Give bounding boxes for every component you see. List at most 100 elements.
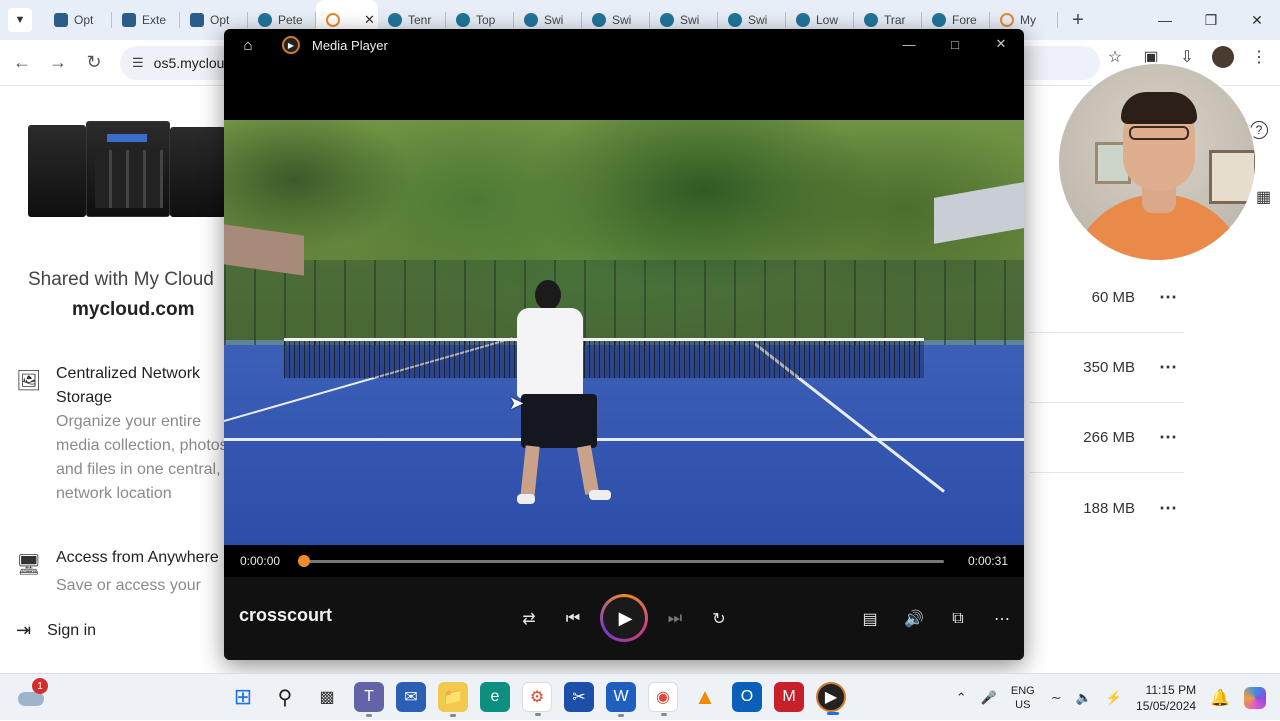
microphone-icon[interactable]: 🎤 bbox=[981, 690, 997, 706]
captions-icon[interactable]: ▤ bbox=[856, 605, 884, 633]
seek-bar-area: 0:00:00 0:00:31 bbox=[224, 545, 1024, 577]
search-icon[interactable]: ⚲ bbox=[270, 682, 300, 712]
previous-icon[interactable]: ⏮ bbox=[559, 605, 587, 633]
tab-label: Trar bbox=[884, 13, 906, 27]
task-view-icon[interactable]: ▩ bbox=[312, 682, 342, 712]
wp-favicon-icon bbox=[592, 13, 606, 27]
play-button[interactable]: ▶ bbox=[600, 594, 648, 642]
more-options-icon[interactable]: ⋯ bbox=[1159, 357, 1178, 378]
vlc-icon[interactable]: ▲ bbox=[690, 682, 720, 712]
clock[interactable]: 11:15 PM 15/05/2024 bbox=[1136, 682, 1196, 714]
lang-region: US bbox=[1015, 698, 1031, 711]
home-icon[interactable]: ⌂ bbox=[238, 35, 258, 55]
total-time: 0:00:31 bbox=[967, 554, 1008, 568]
tab-close-icon[interactable]: ✕ bbox=[364, 12, 375, 28]
sign-in-link[interactable]: ⇥ Sign in bbox=[16, 620, 96, 641]
tab-label: Tenr bbox=[408, 13, 432, 27]
back-button[interactable]: ← bbox=[4, 45, 40, 81]
address-text: os5.myclou bbox=[153, 54, 225, 71]
shared-title: Shared with My Cloud bbox=[28, 269, 214, 290]
mail-icon[interactable]: ✉ bbox=[396, 682, 426, 712]
tab-label: Exte bbox=[142, 13, 167, 27]
browser-tab[interactable]: Opt bbox=[44, 0, 112, 40]
file-row[interactable]: 350 MB ⋯ bbox=[1030, 333, 1184, 403]
profile-avatar[interactable] bbox=[1212, 46, 1234, 68]
apps-grid-icon[interactable]: ▦ bbox=[1256, 187, 1271, 207]
tab-label: Swi bbox=[748, 13, 768, 27]
file-size: 188 MB bbox=[1083, 499, 1135, 517]
show-hidden-icons-icon[interactable]: ⌃ bbox=[956, 690, 967, 706]
feature-desc: Save or access your bbox=[56, 577, 201, 594]
tab-label: Pete bbox=[278, 13, 303, 27]
webcam-overlay bbox=[1057, 62, 1257, 262]
snipping-tool-icon[interactable]: ✂ bbox=[564, 682, 594, 712]
media-player-taskbar-icon[interactable]: ▶ bbox=[816, 682, 846, 715]
mp-minimize-button[interactable]: — bbox=[886, 29, 932, 59]
play-icon: ▶ bbox=[603, 597, 645, 639]
mcafee-icon[interactable]: M bbox=[774, 682, 804, 712]
browser-menu-icon[interactable]: ⋮ bbox=[1248, 46, 1270, 68]
word-icon[interactable]: W bbox=[606, 682, 636, 717]
bookmark-star-icon[interactable]: ☆ bbox=[1104, 46, 1126, 68]
new-tab-button[interactable]: + bbox=[1064, 9, 1092, 32]
notifications-bell-icon[interactable]: 🔔 bbox=[1210, 688, 1230, 708]
volume-icon[interactable]: 🔊 bbox=[900, 605, 928, 633]
file-row[interactable]: 60 MB ⋯ bbox=[1030, 263, 1184, 333]
seek-thumb[interactable] bbox=[298, 554, 310, 567]
mp-maximize-button[interactable]: □ bbox=[932, 29, 978, 59]
battery-icon[interactable]: ⚡ bbox=[1106, 690, 1122, 706]
wp-favicon-icon bbox=[660, 13, 674, 27]
shared-site: mycloud.com bbox=[72, 299, 195, 320]
file-row[interactable]: 266 MB ⋯ bbox=[1030, 403, 1184, 473]
close-window-button[interactable]: ✕ bbox=[1234, 0, 1280, 40]
reload-button[interactable]: ↻ bbox=[76, 45, 112, 81]
weather-widget[interactable]: 1 bbox=[18, 678, 48, 708]
app-icon[interactable]: ⚙ bbox=[522, 682, 552, 716]
seek-slider[interactable] bbox=[298, 554, 944, 567]
playback-controls: crosscourt ⇄ ⏮ ▶ ⏭ ↻ ▤ 🔊 ⧉ ⋯ bbox=[224, 577, 1024, 660]
media-player-logo-icon: ▶ bbox=[282, 36, 300, 54]
edge-icon[interactable]: e bbox=[480, 682, 510, 712]
wifi-icon[interactable]: ∼ bbox=[1051, 690, 1062, 706]
site-info-icon[interactable]: ☰ bbox=[132, 55, 144, 71]
video-frame[interactable]: ➤ bbox=[224, 120, 1024, 545]
wp-favicon-icon bbox=[728, 13, 742, 27]
minimize-button[interactable]: — bbox=[1142, 0, 1188, 40]
video-subject bbox=[509, 280, 619, 510]
miniplayer-icon[interactable]: ⧉ bbox=[944, 605, 972, 633]
feature-title: Centralized Network Storage bbox=[56, 365, 201, 406]
teams-icon[interactable]: T bbox=[354, 682, 384, 717]
restore-button[interactable]: ❐ bbox=[1188, 0, 1234, 40]
chrome-icon[interactable]: ◉ bbox=[648, 682, 678, 716]
shuffle-icon[interactable]: ⇄ bbox=[515, 605, 543, 633]
sport-favicon-icon bbox=[122, 13, 136, 27]
tab-search-button[interactable]: ▼ bbox=[8, 8, 32, 32]
outlook-icon[interactable]: O bbox=[732, 682, 762, 712]
browser-tab[interactable]: Exte bbox=[112, 0, 180, 40]
more-options-icon[interactable]: ⋯ bbox=[988, 605, 1016, 633]
wp-favicon-icon bbox=[388, 13, 402, 27]
tab-label: Top bbox=[476, 13, 496, 27]
current-time: 0:00:00 bbox=[240, 554, 281, 568]
next-icon[interactable]: ⏭ bbox=[661, 605, 689, 633]
windows-taskbar: 1 ⊞ ⚲ ▩ T ✉ 📁 e ⚙ ✂ W ◉ ▲ O M ▶ ⌃ 🎤 ENG … bbox=[0, 673, 1280, 720]
more-options-icon[interactable]: ⋯ bbox=[1159, 287, 1178, 308]
file-row[interactable]: 188 MB ⋯ bbox=[1030, 473, 1184, 543]
media-player-titlebar: ⌂ ▶ Media Player — □ ✕ bbox=[224, 29, 1024, 61]
tab-label: Swi bbox=[544, 13, 564, 27]
mp-close-button[interactable]: ✕ bbox=[978, 29, 1024, 59]
start-icon[interactable]: ⊞ bbox=[228, 682, 258, 712]
volume-tray-icon[interactable]: 🔈 bbox=[1076, 690, 1092, 706]
network-storage-icon: 🖼 bbox=[16, 370, 42, 392]
more-options-icon[interactable]: ⋯ bbox=[1159, 498, 1178, 519]
repeat-off-icon[interactable]: ↻ bbox=[705, 605, 733, 633]
notification-badge: 1 bbox=[32, 678, 48, 694]
forward-button[interactable]: → bbox=[40, 45, 76, 81]
wp-favicon-icon bbox=[796, 13, 810, 27]
more-options-icon[interactable]: ⋯ bbox=[1159, 427, 1178, 448]
nas-devices-image bbox=[28, 121, 228, 221]
file-explorer-icon[interactable]: 📁 bbox=[438, 682, 468, 717]
language-indicator[interactable]: ENG US bbox=[1011, 684, 1035, 712]
wp-favicon-icon bbox=[456, 13, 470, 27]
copilot-icon[interactable] bbox=[1244, 686, 1266, 709]
